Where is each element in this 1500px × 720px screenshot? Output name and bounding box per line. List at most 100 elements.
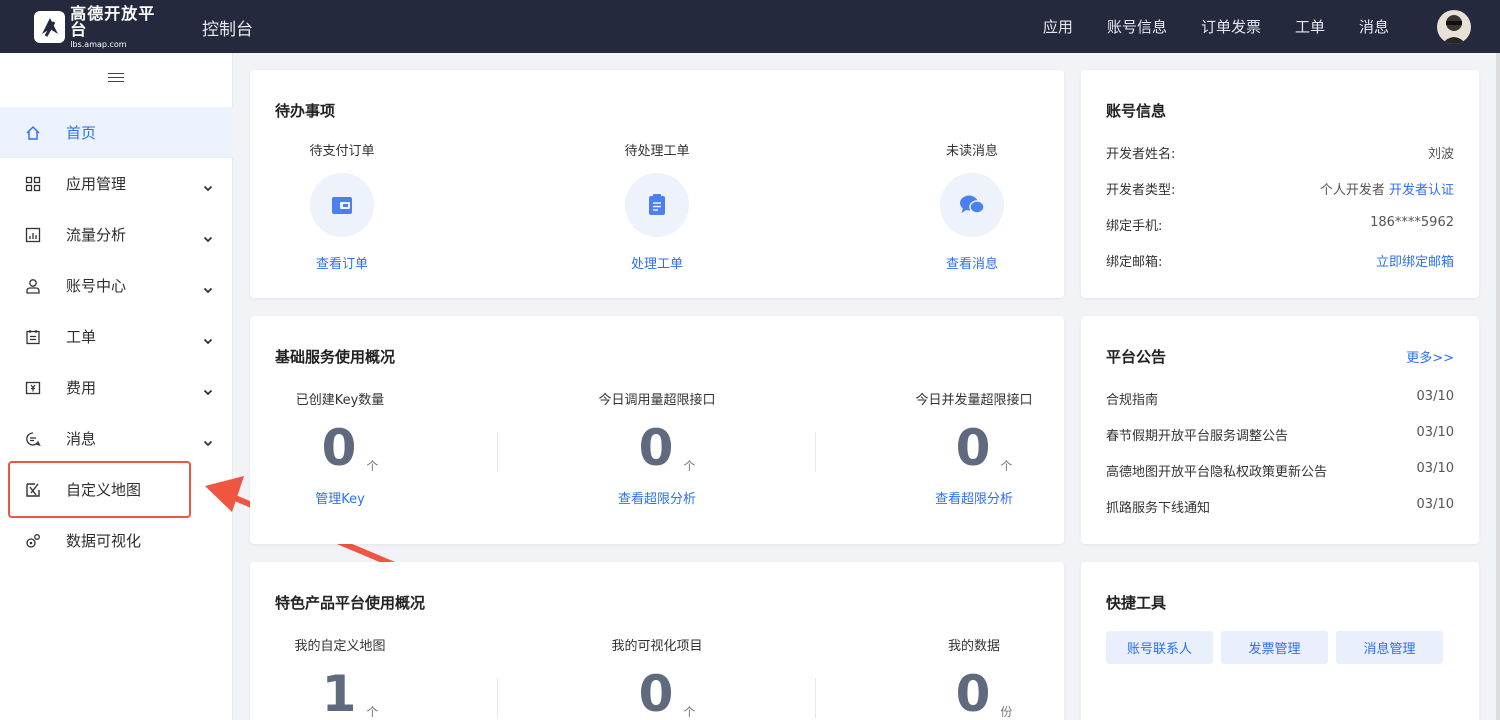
visualization-icon	[24, 532, 42, 550]
stat-unit: 个	[1000, 459, 1013, 473]
clipboard-icon	[625, 173, 689, 237]
stat-unit: 个	[683, 459, 696, 473]
my-visualization-projects-stat: 我的可视化项目 0个	[577, 635, 737, 720]
row-label: 开发者类型:	[1106, 183, 1176, 198]
stat-label: 今日调用量超限接口	[598, 393, 716, 408]
chevron-down-icon	[203, 332, 213, 344]
row-label: 开发者姓名:	[1106, 147, 1176, 162]
developer-type-row: 开发者类型: 个人开发者 开发者认证	[1106, 179, 1454, 198]
sidebar-item-app-management[interactable]: 应用管理	[0, 158, 233, 209]
message-management-button[interactable]: 消息管理	[1336, 631, 1443, 664]
bound-email-row: 绑定邮箱: 立即绑定邮箱	[1106, 251, 1454, 270]
special-products-title: 特色产品平台使用概况	[275, 594, 426, 612]
chevron-down-icon	[203, 434, 213, 446]
chart-icon	[24, 226, 42, 244]
notice-item[interactable]: 春节假期开放平台服务调整公告 03/10	[1106, 425, 1454, 444]
stat-value: 0	[955, 665, 991, 720]
bound-phone-value: 186****5962	[1370, 215, 1454, 230]
developer-certification-link[interactable]: 开发者认证	[1389, 183, 1454, 198]
created-keys-stat: 已创建Key数量 0个 管理Key	[270, 389, 410, 507]
notice-item-title: 春节假期开放平台服务调整公告	[1106, 429, 1289, 444]
nav-account-info[interactable]: 账号信息	[1107, 16, 1167, 37]
basic-service-title: 基础服务使用概况	[275, 348, 396, 366]
stat-value: 0	[638, 419, 674, 477]
scrollbar[interactable]	[1496, 53, 1500, 720]
message-icon	[24, 430, 42, 448]
account-contacts-button[interactable]: 账号联系人	[1106, 631, 1213, 664]
more-notices-link[interactable]: 更多>>	[1406, 347, 1454, 366]
stat-label: 已创建Key数量	[295, 393, 385, 408]
chevron-down-icon	[203, 281, 213, 293]
notice-item-title: 合规指南	[1106, 393, 1159, 408]
notice-title: 平台公告	[1106, 348, 1167, 366]
logo-title: 高德开放平台	[70, 3, 156, 39]
logo[interactable]: 高德开放平台 lbs.amap.com	[34, 5, 170, 48]
stat-value: 0	[955, 419, 991, 477]
stat-value: 1	[321, 665, 357, 720]
account-title: 账号信息	[1106, 102, 1167, 120]
daily-call-limit-stat: 今日调用量超限接口 0个 查看超限分析	[577, 389, 737, 507]
sidebar-item-label: 账号中心	[66, 277, 127, 295]
stat-unit: 份	[1000, 705, 1013, 719]
basic-service-card: 基础服务使用概况 已创建Key数量 0个 管理Key 今日调用量超限接口 0个 …	[250, 316, 1064, 544]
sidebar-item-data-visualization[interactable]: 数据可视化	[0, 515, 233, 566]
my-data-stat: 我的数据 0份	[894, 635, 1054, 720]
sidebar-item-messages[interactable]: 消息	[0, 413, 233, 464]
bind-email-link[interactable]: 立即绑定邮箱	[1376, 251, 1454, 270]
invoice-management-button[interactable]: 发票管理	[1221, 631, 1328, 664]
stat-label: 今日并发量超限接口	[915, 393, 1033, 408]
notice-item[interactable]: 合规指南 03/10	[1106, 389, 1454, 408]
todo-title: 待办事项	[275, 102, 336, 120]
manage-key-link[interactable]: 管理Key	[315, 488, 365, 507]
view-limit-analysis-link[interactable]: 查看超限分析	[618, 488, 696, 507]
notice-item[interactable]: 高德地图开放平台隐私权政策更新公告 03/10	[1106, 461, 1454, 480]
nav-apps[interactable]: 应用	[1043, 16, 1073, 37]
todo-item-label: 未读消息	[945, 144, 998, 159]
stat-value: 0	[321, 419, 357, 477]
developer-name-value: 刘波	[1427, 147, 1454, 162]
view-messages-link[interactable]: 查看消息	[946, 253, 998, 272]
sidebar-item-label: 首页	[66, 124, 97, 142]
divider	[815, 432, 816, 472]
sidebar-item-custom-map[interactable]: 自定义地图	[0, 464, 233, 515]
view-limit-analysis-link[interactable]: 查看超限分析	[935, 488, 1013, 507]
todo-item-unread-messages: 未读消息 查看消息	[912, 140, 1032, 272]
sidebar-item-label: 工单	[66, 328, 97, 346]
developer-type-value: 个人开发者	[1319, 183, 1385, 198]
avatar[interactable]	[1437, 10, 1471, 44]
console-title: 控制台	[202, 20, 253, 40]
sidebar-item-home[interactable]: 首页	[0, 107, 233, 158]
sidebar-item-account-center[interactable]: 账号中心	[0, 260, 233, 311]
logo-url: lbs.amap.com	[70, 39, 127, 49]
nav-tickets[interactable]: 工单	[1295, 16, 1325, 37]
notice-item-date: 03/10	[1416, 461, 1454, 476]
notice-item[interactable]: 抓路服务下线通知 03/10	[1106, 497, 1454, 516]
stat-unit: 个	[366, 459, 379, 473]
divider	[497, 678, 498, 718]
sidebar-item-label: 流量分析	[66, 226, 127, 244]
ticket-icon	[24, 328, 42, 346]
view-orders-link[interactable]: 查看订单	[316, 253, 368, 272]
notice-item-date: 03/10	[1416, 425, 1454, 440]
menu-toggle-icon[interactable]	[108, 70, 124, 84]
fee-icon	[24, 379, 42, 397]
process-tickets-link[interactable]: 处理工单	[631, 253, 683, 272]
grid-icon	[24, 175, 42, 193]
quick-tools-title: 快捷工具	[1106, 594, 1167, 612]
sidebar-item-label: 数据可视化	[66, 532, 142, 550]
notice-item-title: 高德地图开放平台隐私权政策更新公告	[1106, 465, 1328, 480]
developer-name-row: 开发者姓名: 刘波	[1106, 143, 1454, 162]
sidebar-item-traffic-analysis[interactable]: 流量分析	[0, 209, 233, 260]
nav-orders-invoices[interactable]: 订单发票	[1201, 16, 1261, 37]
todo-item-label: 待支付订单	[309, 144, 375, 159]
sidebar-item-tickets[interactable]: 工单	[0, 311, 233, 362]
todo-card: 待办事项 待支付订单 查看订单 待处理工单 处理工单 未读消息 查看消息	[250, 70, 1064, 298]
stat-label: 我的自定义地图	[294, 639, 386, 654]
quick-tools-card: 快捷工具 账号联系人 发票管理 消息管理	[1081, 562, 1479, 720]
todo-item-pending-tickets: 待处理工单 处理工单	[597, 140, 717, 272]
stat-label: 我的数据	[947, 639, 1000, 654]
notice-item-date: 03/10	[1416, 497, 1454, 512]
sidebar-item-fees[interactable]: 费用	[0, 362, 233, 413]
divider	[497, 432, 498, 472]
nav-messages[interactable]: 消息	[1359, 16, 1389, 37]
